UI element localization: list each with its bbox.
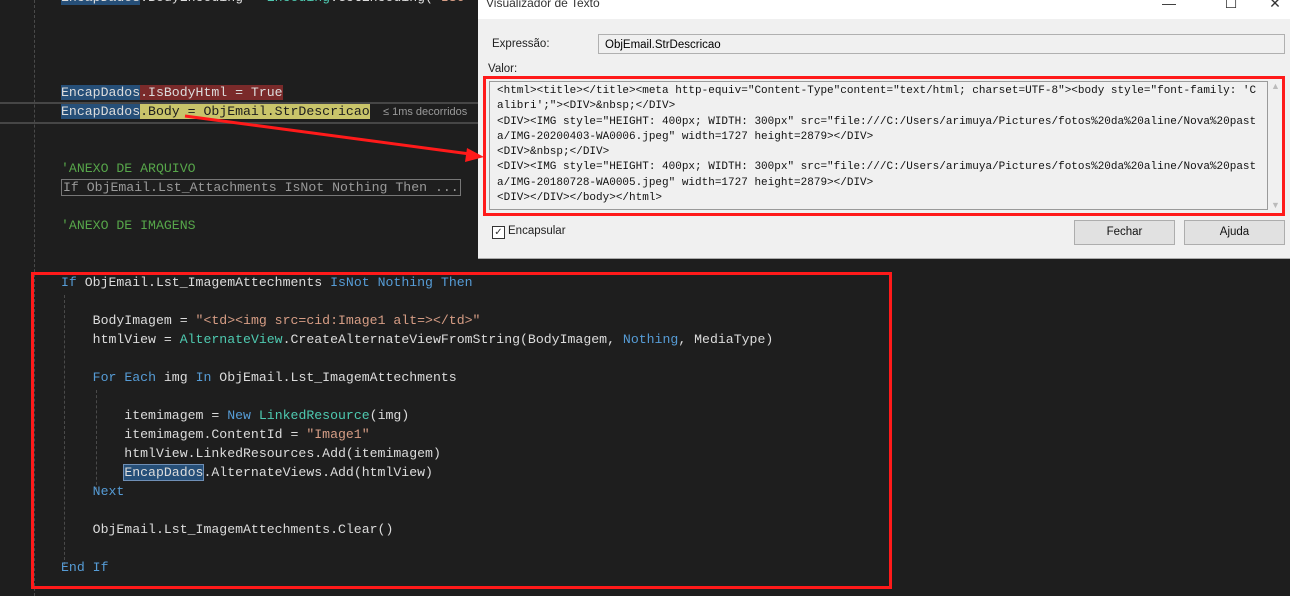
code-line: EncapDados.Body = ObjEmail.StrDescricao xyxy=(61,102,370,121)
code-line: 'ANEXO DE IMAGENS xyxy=(61,216,196,235)
fechar-button[interactable]: Fechar xyxy=(1074,220,1175,245)
code-token: .Body = ObjEmail.StrDescricao xyxy=(140,104,370,119)
code-line: EncapDados.IsBodyHtml = True xyxy=(61,83,283,102)
annotation-box-code xyxy=(31,272,892,589)
close-button[interactable]: ✕ xyxy=(1260,0,1290,12)
code-token: 'ANEXO DE IMAGENS xyxy=(61,218,196,233)
maximize-button[interactable]: ☐ xyxy=(1216,0,1246,12)
text-visualizer-dialog: Visualizador de Texto — ☐ ✕ Expressão: O… xyxy=(478,0,1290,259)
code-line: 'ANEXO DE ARQUIVO xyxy=(61,159,196,178)
code-token: EncapDados xyxy=(61,104,141,119)
annotation-box-value xyxy=(483,76,1285,216)
ajuda-button[interactable]: Ajuda xyxy=(1184,220,1285,245)
wrap-label: Encapsular xyxy=(508,225,566,237)
code-token: .GetEncoding(" xyxy=(330,0,441,5)
expression-field[interactable]: ObjEmail.StrDescricao xyxy=(598,34,1285,54)
expression-label: Expressão: xyxy=(492,38,550,50)
collapsed-region[interactable]: If ObjEmail.Lst_Attachments IsNot Nothin… xyxy=(61,179,461,196)
minimize-button[interactable]: — xyxy=(1154,0,1184,11)
wrap-checkbox[interactable]: ✓ xyxy=(492,226,505,239)
code-token: Encoding xyxy=(267,0,330,5)
code-token: .BodyEncoding = xyxy=(140,0,267,5)
dialog-title: Visualizador de Texto xyxy=(486,0,600,10)
elapsed-time-hint: ≤ 1ms decorridos xyxy=(383,106,468,118)
code-token: ISO xyxy=(441,0,465,5)
value-label: Valor: xyxy=(488,63,518,75)
code-line: EncapDados.BodyEncoding = Encoding.GetEn… xyxy=(61,0,465,7)
code-token: EncapDados xyxy=(61,85,141,100)
code-line: If ObjEmail.Lst_Attachments IsNot Nothin… xyxy=(61,178,461,197)
code-token: EncapDados xyxy=(61,0,141,5)
title-bar: Visualizador de Texto — ☐ ✕ xyxy=(478,0,1290,19)
code-token: 'ANEXO DE ARQUIVO xyxy=(61,161,196,176)
check-icon: ✓ xyxy=(494,227,503,238)
code-token: .IsBodyHtml = True xyxy=(140,85,283,100)
